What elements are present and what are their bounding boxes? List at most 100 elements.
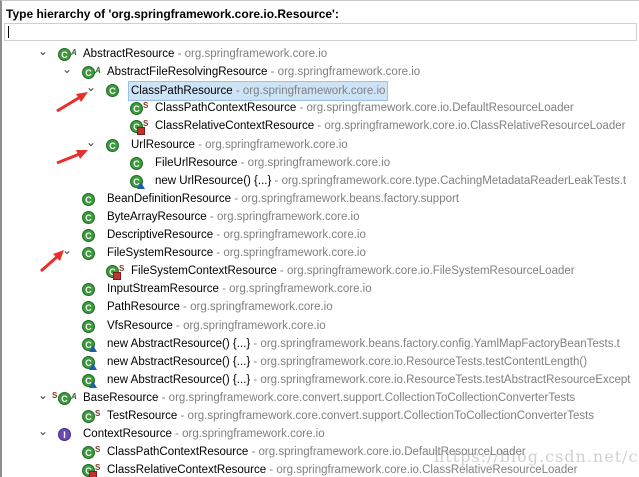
package-name: org.springframework.core.io.ResourceTest…: [260, 355, 588, 368]
separator: -: [213, 247, 224, 260]
private-overlay-icon: [89, 471, 97, 477]
package-name: org.springframework.core.io: [242, 85, 386, 98]
tree-row[interactable]: C InputStreamResource - org.springframewo…: [2, 280, 639, 298]
package-name: org.springframework.core.io.ClassRelativ…: [276, 464, 578, 477]
tree-row-label: ByteArrayResource - org.springframework.…: [107, 208, 359, 226]
type-name: ClassRelativeContextResource: [155, 120, 315, 133]
filter-input[interactable]: [4, 23, 637, 41]
anonymous-overlay-icon: [89, 380, 97, 388]
tree-row-label: UrlResource - org.springframework.core.i…: [131, 136, 348, 154]
tree-row[interactable]: ⌄ C ClassPathResource - org.springframewor…: [2, 81, 639, 102]
class-icon: C: [130, 156, 143, 170]
separator: -: [237, 156, 248, 169]
tree-row-label: FileUrlResource - org.springframework.co…: [155, 154, 390, 172]
separator: -: [266, 464, 277, 477]
tree-row[interactable]: C PathResource - org.springframework.core…: [2, 298, 639, 316]
type-name: AbstractResource: [83, 48, 175, 60]
tree-row-label: new AbstractResource() {...} - org.sprin…: [107, 371, 631, 389]
hierarchy-tree[interactable]: ⌄ C A AbstractResource - org.springframewor…: [2, 45, 639, 477]
package-name: org.springframework.core.type.CachingMet…: [281, 174, 627, 187]
package-name: org.springframework.core.io: [216, 210, 360, 223]
tree-row[interactable]: ⌄ C A AbstractFileResolvingResource - org.s…: [2, 63, 639, 81]
tree-row[interactable]: ⌄ C UrlResource - org.springframework.core…: [2, 136, 639, 154]
static-overlay-icon: S: [95, 445, 101, 455]
separator: -: [271, 174, 282, 187]
separator: -: [174, 48, 185, 60]
package-name: org.springframework.core.convert.support…: [168, 391, 576, 404]
annotation-arrow-icon: [40, 250, 64, 273]
class-icon: C: [82, 410, 95, 423]
expand-toggle-icon[interactable]: ⌄: [62, 63, 72, 81]
private-overlay-icon: [137, 127, 145, 136]
private-overlay-icon: [113, 272, 121, 281]
tree-row[interactable]: CSClassRelativeContextResource - org.spr…: [2, 117, 639, 136]
type-hierarchy-view: Type hierarchy of 'org.springframework.c…: [0, 0, 639, 477]
type-name: FileSystemContextResource: [131, 265, 277, 278]
tree-row[interactable]: C FileUrlResource - org.springframework.c…: [2, 154, 639, 172]
type-name: ClassPathResource: [131, 85, 233, 98]
tree-row-label: DescriptiveResource - org.springframewor…: [107, 226, 366, 244]
abstract-overlay-icon: A: [71, 48, 77, 57]
tree-row[interactable]: C ByteArrayResource - org.springframework…: [2, 208, 639, 226]
separator: -: [232, 85, 243, 98]
text-caret: [8, 26, 9, 38]
separator: -: [218, 283, 230, 296]
class-icon: C: [82, 301, 95, 315]
tree-row[interactable]: Cnew UrlResource() {...} - org.springfra…: [2, 172, 639, 190]
tree-row[interactable]: C VfsResource - org.springframework.core.…: [2, 317, 639, 335]
expand-toggle-icon[interactable]: ⌄: [38, 425, 48, 443]
class-icon: C: [58, 391, 71, 405]
static-overlay-icon: S: [95, 409, 101, 418]
expand-toggle-icon[interactable]: ⌄: [38, 389, 48, 407]
type-name: InputStreamResource: [107, 283, 219, 296]
tree-row[interactable]: Cnew AbstractResource() {...} - org.spri…: [2, 371, 639, 389]
package-name: org.springframework.core.io: [182, 428, 325, 441]
tree-row-label: ClassPathContextResource - org.springfra…: [155, 99, 574, 117]
type-name: new UrlResource() {...}: [155, 174, 272, 187]
tree-row[interactable]: C S TestResource - org.springframework.cor…: [2, 407, 639, 425]
tree-row-label: PathResource - org.springframework.core.…: [107, 298, 333, 316]
tree-row[interactable]: C S ClassPathContextResource - org.springf…: [2, 99, 639, 117]
separator: -: [177, 410, 188, 422]
class-icon: C: [130, 102, 143, 116]
package-name: org.springframework.core.io.DefaultResou…: [306, 102, 574, 115]
type-name: ClassPathContextResource: [107, 446, 249, 459]
separator: -: [194, 138, 206, 151]
package-name: org.springframework.core.io.ClassRelativ…: [324, 120, 626, 133]
separator: -: [179, 301, 191, 314]
separator: -: [231, 192, 242, 205]
type-name: PathResource: [107, 301, 180, 314]
package-name: org.springframework.beans.factory.suppor…: [241, 192, 460, 205]
tree-row[interactable]: ⌄ C A AbstractResource - org.springframewor…: [2, 45, 639, 63]
type-name: BeanDefinitionResource: [107, 192, 232, 205]
tree-row[interactable]: C BeanDefinitionResource - org.springfram…: [2, 190, 639, 208]
type-name: AbstractFileResolvingResource: [107, 66, 268, 79]
type-name: ClassRelativeContextResource: [107, 464, 267, 477]
type-name: BaseResource: [83, 391, 159, 404]
package-name: org.springframework.core.io: [190, 301, 333, 314]
tree-row[interactable]: CSFileSystemContextResource - org.spring…: [2, 262, 639, 281]
separator: -: [267, 66, 278, 79]
separator: -: [276, 265, 287, 278]
separator: -: [158, 391, 169, 404]
tree-row-label: ClassPathResource - org.springframework.…: [128, 81, 389, 102]
tree-row[interactable]: C DescriptiveResource - org.springframewo…: [2, 226, 639, 244]
package-name: org.springframework.core.io: [184, 48, 328, 60]
class-icon: C: [106, 84, 119, 98]
separator: -: [248, 446, 259, 459]
anonymous-overlay-icon: [89, 362, 97, 370]
expand-toggle-icon[interactable]: ⌄: [38, 45, 48, 63]
separator: -: [172, 319, 184, 332]
tree-row[interactable]: ⌄ C FileSystemResource - org.springframewo…: [2, 244, 639, 262]
type-name: new AbstractResource() {...}: [107, 337, 251, 350]
tree-row[interactable]: Cnew AbstractResource() {...} - org.spri…: [2, 353, 639, 371]
package-name: org.springframework.core.io: [183, 319, 326, 332]
tree-row-label: new UrlResource() {...} - org.springfram…: [155, 172, 626, 190]
class-icon: C: [82, 319, 95, 333]
tree-row-label: TestResource - org.springframework.core.…: [107, 407, 594, 425]
package-name: org.springframework.core.io.ResourceTest…: [260, 373, 631, 386]
class-icon: C: [82, 192, 95, 206]
abstract-overlay-icon: A: [95, 66, 101, 76]
tree-row[interactable]: Cnew AbstractResource() {...} - org.spri…: [2, 335, 639, 353]
class-icon: C: [82, 210, 95, 224]
